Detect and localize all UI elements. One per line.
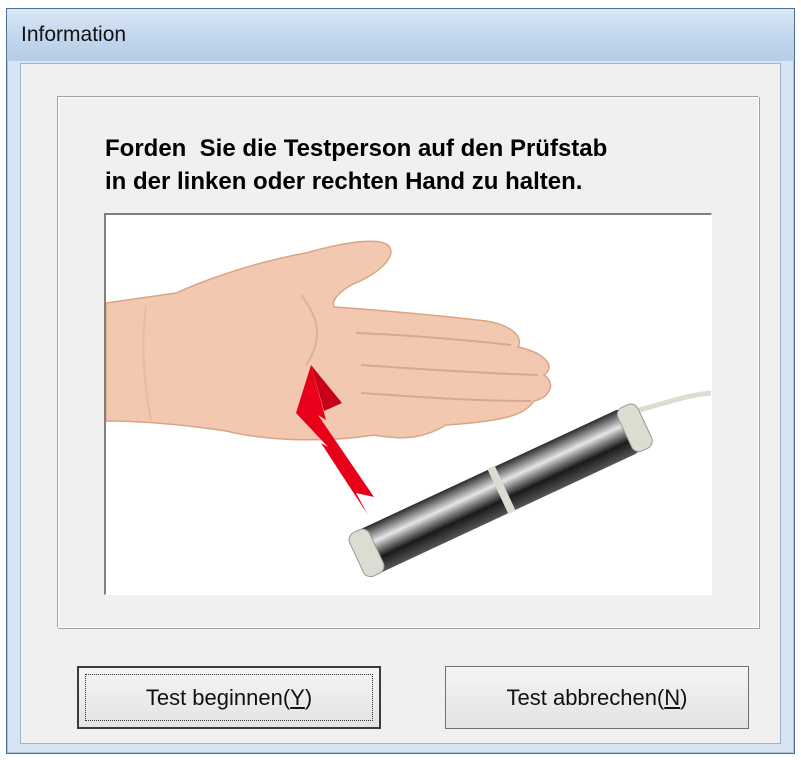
- cancel-test-button[interactable]: Test abbrechen(N): [445, 666, 749, 729]
- cancel-test-label: Test abbrechen(N): [506, 684, 688, 710]
- instruction-line-1: Forden Sie die Testperson auf den Prüfst…: [105, 135, 608, 162]
- hand-icon: [106, 240, 552, 441]
- hand-holding-rod-illustration: [106, 240, 711, 578]
- instruction-image: [104, 213, 712, 595]
- instruction-line-2: in der linken oder rechten Hand zu halte…: [105, 168, 583, 195]
- start-test-button[interactable]: Test beginnen(Y): [77, 666, 381, 729]
- window-title: Information: [21, 23, 127, 46]
- instruction-text: Forden Sie die Testperson auf den Prüfst…: [105, 132, 745, 198]
- title-bar[interactable]: Information: [7, 9, 794, 61]
- instruction-group-box: Forden Sie die Testperson auf den Prüfst…: [57, 96, 759, 628]
- dialog-window: Information Forden Sie die Testperson au…: [6, 8, 795, 754]
- dialog-client-area: Forden Sie die Testperson auf den Prüfst…: [20, 63, 781, 744]
- start-test-label: Test beginnen(Y): [145, 684, 313, 710]
